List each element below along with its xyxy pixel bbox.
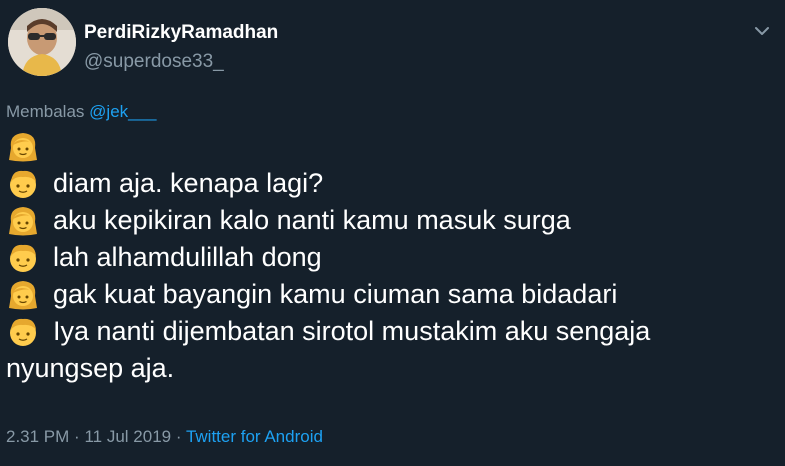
tweet-line: diam aja. kenapa lagi? <box>6 165 776 202</box>
tweet-line: aku kepikiran kalo nanti kamu masuk surg… <box>6 202 776 239</box>
chevron-down-icon[interactable] <box>751 20 773 42</box>
tweet-time[interactable]: 2.31 PM <box>6 427 69 446</box>
tweet-meta: 2.31 PM · 11 Jul 2019 · Twitter for Andr… <box>6 426 323 448</box>
tweet-line-text: nyungsep aja. <box>6 353 175 383</box>
tweet-line <box>6 128 776 165</box>
girl-emoji-icon <box>6 204 40 238</box>
girl-emoji-icon <box>6 130 40 164</box>
author-display-name[interactable]: PerdiRizkyRamadhan <box>84 22 278 44</box>
meta-separator: · <box>175 427 182 446</box>
replying-to-mention[interactable]: @jek___ <box>89 102 156 121</box>
meta-separator: · <box>74 427 80 446</box>
boy-emoji-icon <box>6 167 40 201</box>
tweet-text: diam aja. kenapa lagi? aku kepikiran kal… <box>6 128 776 387</box>
tweet-date[interactable]: 11 Jul 2019 <box>84 427 171 446</box>
tweet-line-text: lah alhamdulillah dong <box>53 242 322 272</box>
avatar[interactable] <box>8 8 76 76</box>
tweet-line-text: aku kepikiran kalo nanti kamu masuk surg… <box>53 205 571 235</box>
girl-emoji-icon <box>6 278 40 312</box>
tweet-line: nyungsep aja. <box>6 350 776 387</box>
boy-emoji-icon <box>6 241 40 275</box>
tweet-line-text: diam aja. kenapa lagi? <box>53 168 324 198</box>
tweet-line: lah alhamdulillah dong <box>6 239 776 276</box>
tweet-line-text: Iya nanti dijembatan sirotol mustakim ak… <box>53 316 651 346</box>
tweet-line-text: gak kuat bayangin kamu ciuman sama bidad… <box>53 279 618 309</box>
tweet-source-link[interactable]: Twitter for Android <box>186 427 323 446</box>
boy-emoji-icon <box>6 315 40 349</box>
tweet-line: Iya nanti dijembatan sirotol mustakim ak… <box>6 313 776 350</box>
tweet-line: gak kuat bayangin kamu ciuman sama bidad… <box>6 276 776 313</box>
tweet: PerdiRizkyRamadhan @superdose33_ Membala… <box>0 0 785 466</box>
author-handle[interactable]: @superdose33_ <box>84 51 224 73</box>
replying-to: Membalas @jek___ <box>6 101 157 123</box>
replying-to-prefix: Membalas <box>6 102 85 121</box>
